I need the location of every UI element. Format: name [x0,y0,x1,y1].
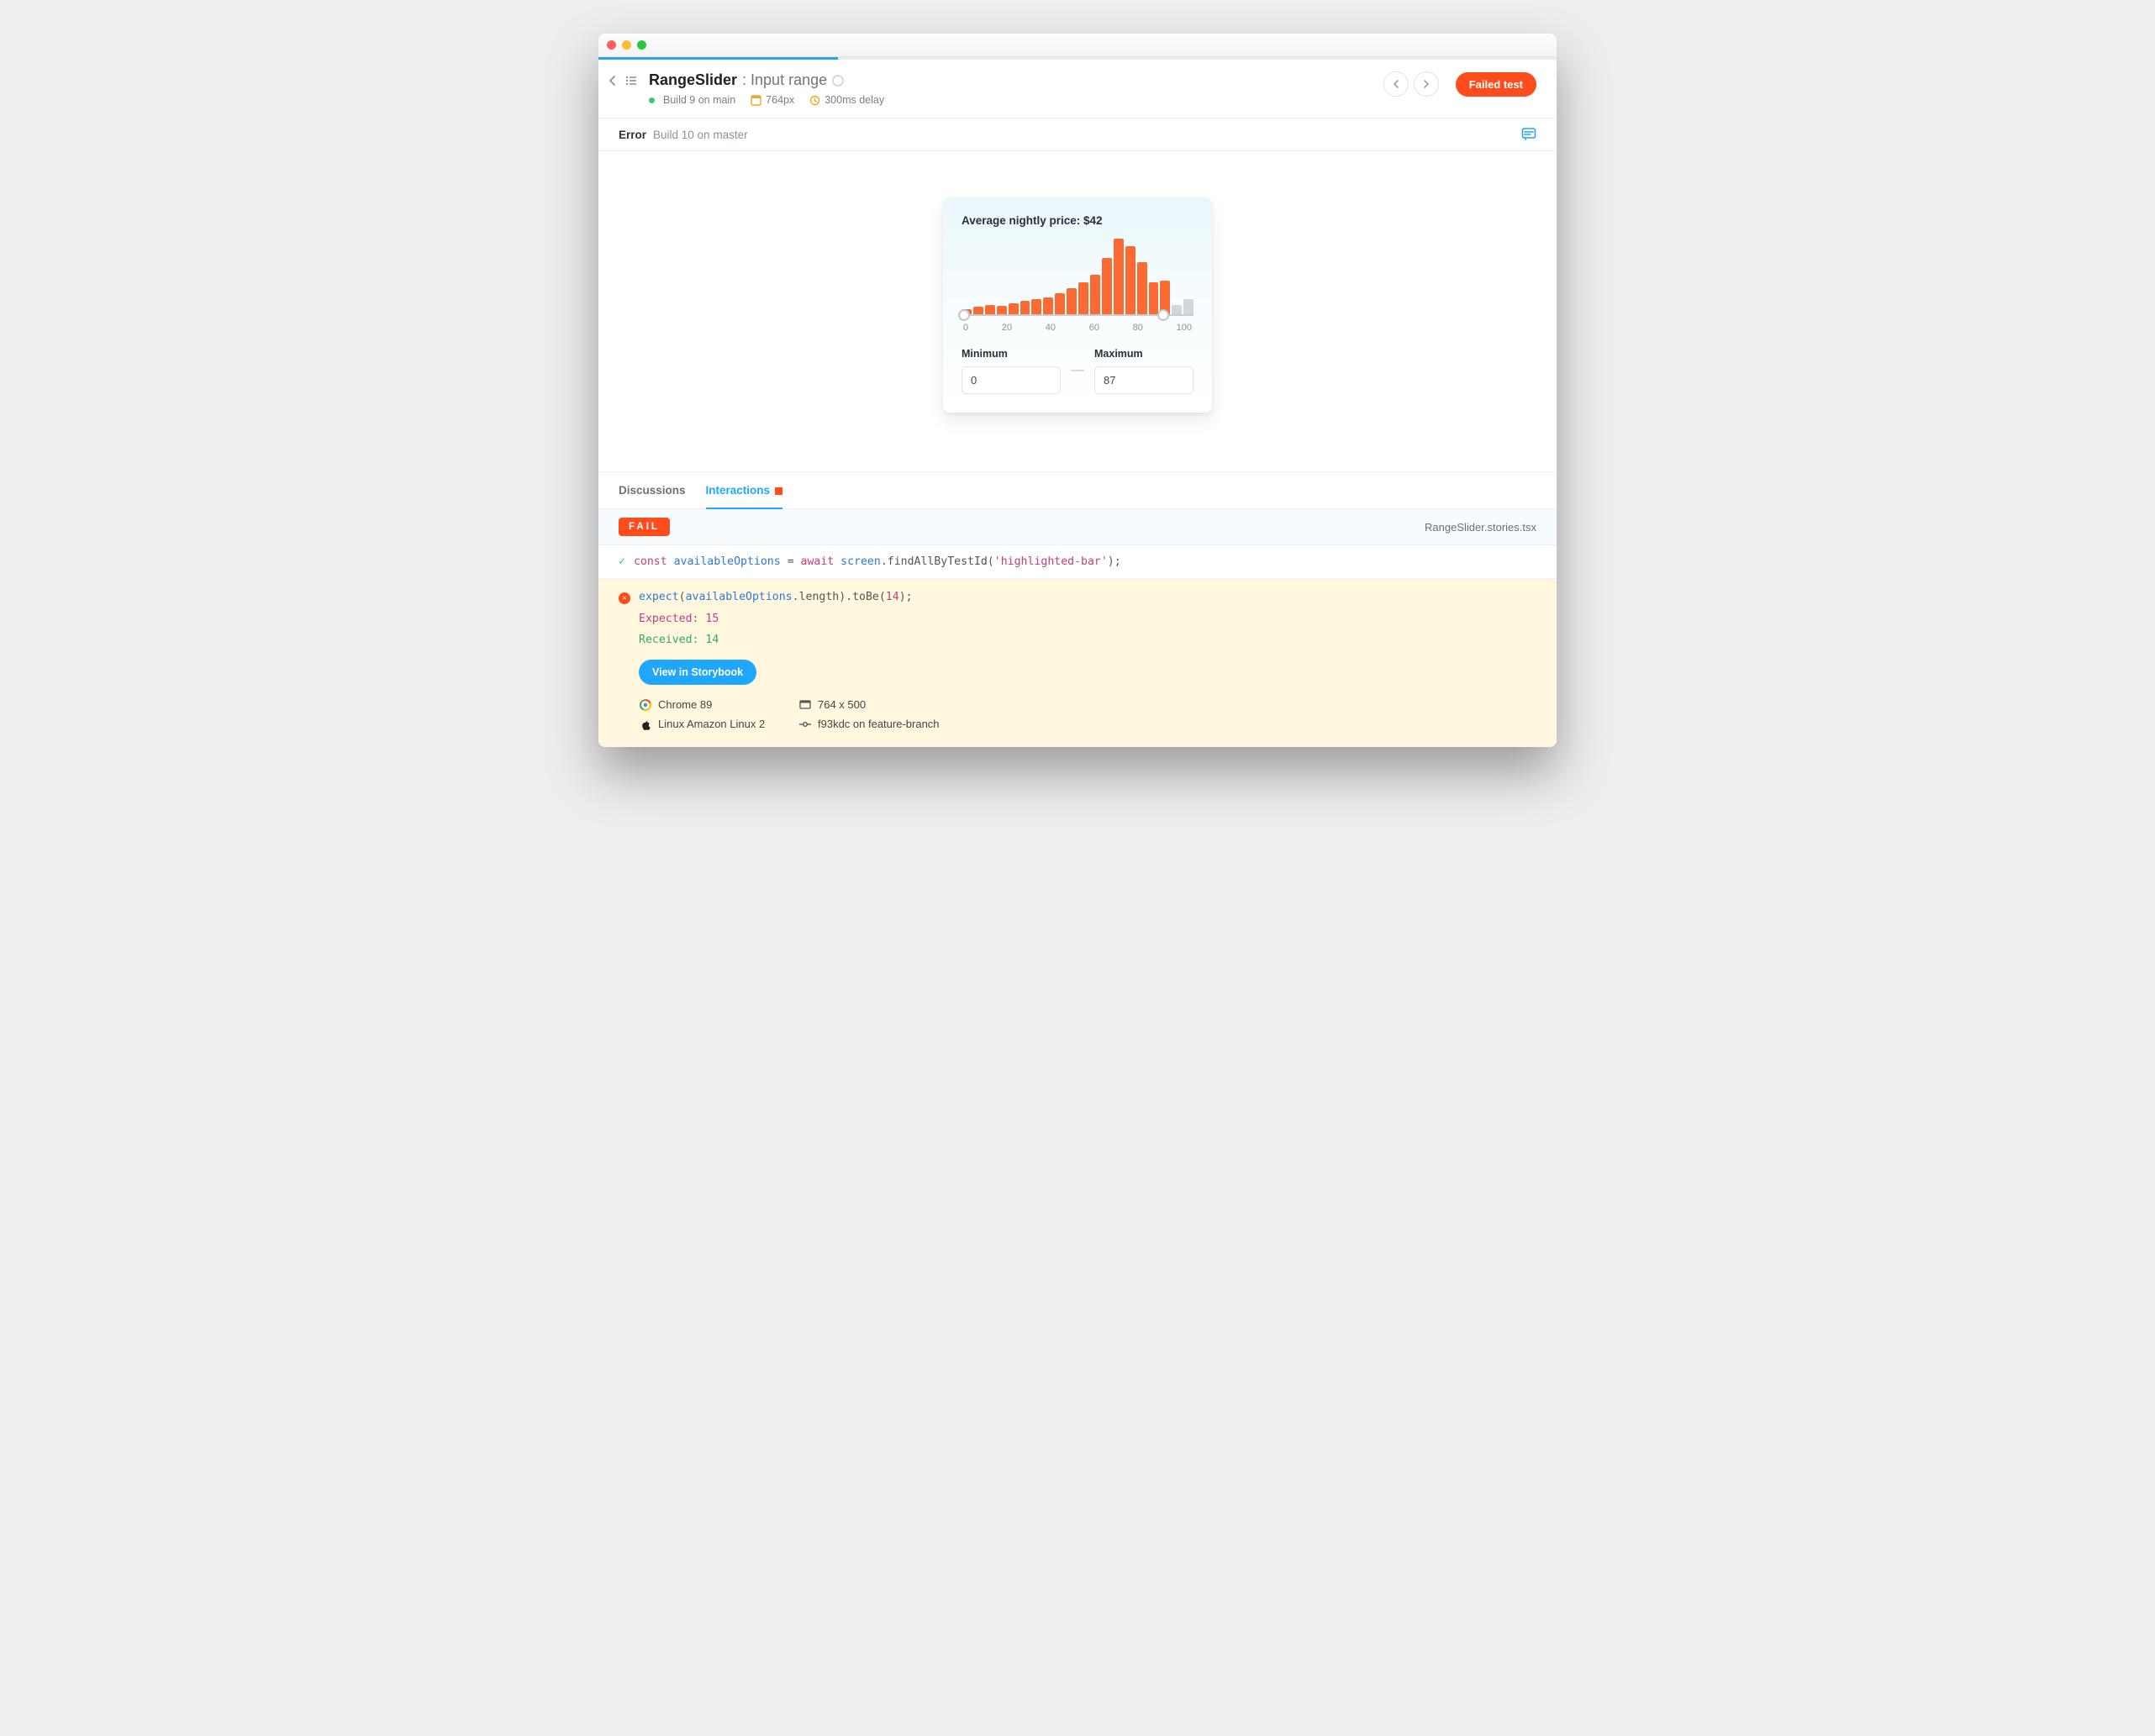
histogram-bar [1090,275,1100,314]
min-label: Minimum [962,348,1008,360]
prev-button[interactable] [1383,71,1409,97]
error-icon: ✕ [619,592,630,604]
tab-interactions[interactable]: Interactions [706,472,783,508]
close-window-button[interactable] [607,40,616,50]
tick-label: 0 [963,323,968,333]
test-status-pill[interactable]: Failed test [1456,72,1536,97]
dimensions-icon [798,699,811,711]
next-button[interactable] [1414,71,1439,97]
app-window: RangeSlider : Input range Build 9 on mai… [598,34,1557,747]
test-env-meta: Chrome 89 764 x 500 Linux Amazon Linux 2… [639,698,1536,730]
view-in-storybook-button[interactable]: View in Storybook [639,660,756,685]
histogram-bar [1125,246,1135,314]
page-title: RangeSlider : Input range [649,71,884,89]
tick-label: 60 [1089,323,1099,333]
received-value: Received: 14 [639,634,1536,646]
tick-label: 100 [1177,323,1192,333]
clock-icon [809,95,820,106]
status-dot-icon [649,97,655,103]
histogram-bar [1137,262,1147,314]
tick-label: 80 [1133,323,1143,333]
histogram-bar [1031,299,1041,314]
code-text: const availableOptions = await screen.fi… [634,555,1121,568]
histogram-bar [985,305,995,314]
histogram-bar [1020,301,1030,314]
tick-label: 40 [1046,323,1056,333]
comments-icon[interactable] [1521,127,1536,142]
max-label: Maximum [1094,348,1143,360]
passed-assertion: ✓ const availableOptions = await screen.… [598,545,1557,579]
range-slider-component: Average nightly price: $42 020406080100 … [943,197,1212,413]
tick-label: 20 [1002,323,1012,333]
window-titlebar [598,34,1557,57]
min-input[interactable] [962,366,1061,394]
list-icon[interactable] [624,71,639,90]
range-separator: — [1071,363,1084,378]
histogram-chart [962,239,1193,314]
os-meta: Linux Amazon Linux 2 [639,718,798,730]
slider-thumb-max[interactable] [1157,309,1169,321]
browser-meta: Chrome 89 [639,698,798,711]
check-icon: ✓ [619,555,625,568]
histogram-bar [1055,293,1065,314]
histogram-bar [1102,258,1112,315]
commit-icon [798,718,811,730]
histogram-bar [1009,303,1019,315]
expand-icon[interactable] [832,75,844,87]
viewport-meta: 764px [751,94,794,106]
histogram-bar [1067,288,1077,315]
fail-badge: FAIL [619,518,670,536]
slider-thumb-min[interactable] [958,309,970,321]
minimize-window-button[interactable] [622,40,631,50]
histogram-bar [997,306,1007,314]
expected-value: Expected: 15 [639,613,1536,625]
axis-ticks: 0 20 40 60 80 100 [962,323,1193,333]
delay-meta: 300ms delay [809,94,884,106]
slider-track[interactable] [962,314,1193,316]
failed-assertion-block: ✕ expect(availableOptions.length).toBe(1… [598,579,1557,747]
code-text: expect(availableOptions.length).toBe(14)… [639,591,913,603]
commit-meta: f93kdc on feature-branch [798,718,1536,730]
component-canvas: Average nightly price: $42 020406080100 … [598,151,1557,471]
histogram-bar [1172,305,1182,314]
chrome-icon [639,699,651,711]
histogram-bar [973,307,983,314]
chart-title: Average nightly price: $42 [962,214,1193,227]
histogram-bar [1149,282,1159,314]
apple-icon [639,718,651,730]
fail-indicator-icon [775,487,782,495]
error-subheader: Error Build 10 on master [598,118,1557,151]
histogram-bar [1043,297,1053,314]
maximize-window-button[interactable] [637,40,646,50]
test-file-name: RangeSlider.stories.tsx [1425,521,1536,534]
test-result-header: FAIL RangeSlider.stories.tsx [598,509,1557,545]
page-header: RangeSlider : Input range Build 9 on mai… [598,60,1557,118]
panel-tabs: Discussions Interactions [598,471,1557,509]
max-input[interactable] [1094,366,1193,394]
histogram-bar [1078,282,1088,314]
viewport-icon [751,95,761,106]
histogram-bar [1114,239,1124,314]
tab-discussions[interactable]: Discussions [619,472,686,508]
histogram-bar [1183,299,1193,314]
viewport-env-meta: 764 x 500 [798,698,1536,711]
back-icon[interactable] [607,71,619,90]
build-status: Build 9 on main [649,94,735,106]
